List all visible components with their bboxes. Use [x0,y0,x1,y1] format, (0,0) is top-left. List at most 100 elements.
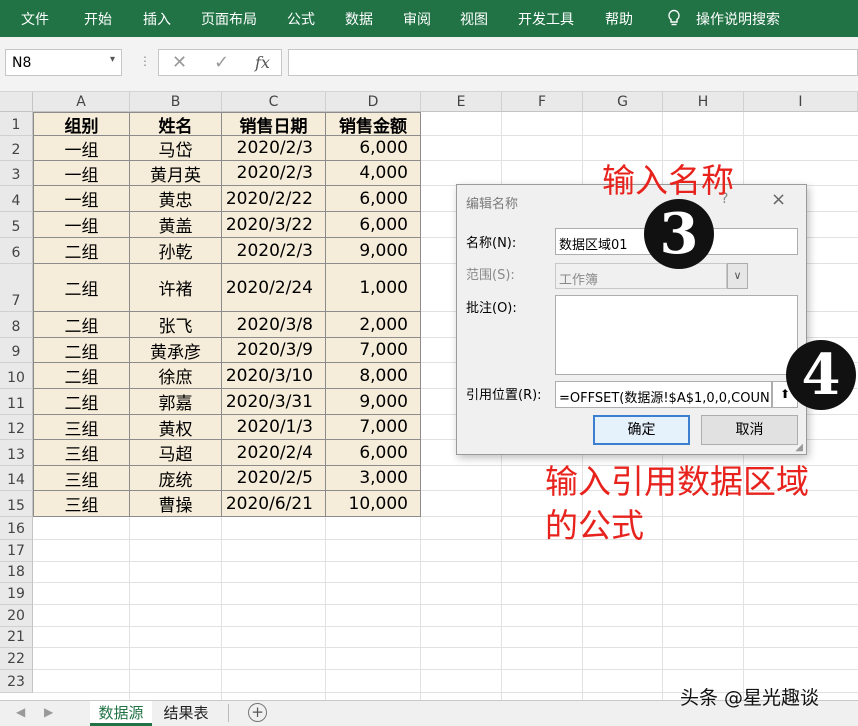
cancel-x-icon[interactable]: ✕ [172,52,187,73]
column-header-g[interactable]: G [583,92,663,112]
table-cell[interactable]: 9,000 [326,238,421,264]
table-cell[interactable]: 3,000 [326,466,421,491]
row-header-18[interactable]: 18 [0,562,33,583]
comment-field[interactable] [555,295,798,375]
table-header-cell[interactable]: 销售金额 [326,112,421,137]
table-cell[interactable]: 马超 [130,440,222,466]
row-header-21[interactable]: 21 [0,627,33,648]
row-header-20[interactable]: 20 [0,605,33,627]
table-cell[interactable]: 2020/2/22 [222,186,326,212]
row-header-19[interactable]: 19 [0,583,33,605]
refers-to-field[interactable]: =OFFSET(数据源!$A$1,0,0,COUN [555,381,772,408]
tab-file[interactable]: 文件 [21,9,49,29]
tab-formulas[interactable]: 公式 [287,9,315,29]
select-all-corner[interactable] [0,92,33,112]
column-header-e[interactable]: E [421,92,502,112]
table-cell[interactable]: 7,000 [326,338,421,363]
row-header-3[interactable]: 3 [0,161,33,186]
table-cell[interactable]: 许褚 [130,264,222,312]
ok-button[interactable]: 确定 [593,415,690,445]
table-cell[interactable]: 郭嘉 [130,389,222,415]
column-header-a[interactable]: A [33,92,130,112]
row-header-22[interactable]: 22 [0,648,33,670]
table-cell[interactable]: 黄忠 [130,186,222,212]
chevron-down-icon[interactable]: ∨ [727,263,748,289]
row-header-14[interactable]: 14 [0,466,33,491]
column-header-f[interactable]: F [502,92,583,112]
table-cell[interactable]: 二组 [33,312,130,338]
table-cell[interactable]: 马岱 [130,136,222,161]
tab-page-layout[interactable]: 页面布局 [201,9,257,29]
lightbulb-icon[interactable] [666,9,682,27]
scroll-right-icon[interactable]: ▶ [44,705,53,719]
table-cell[interactable]: 2020/2/5 [222,466,326,491]
table-cell[interactable]: 一组 [33,161,130,186]
table-cell[interactable]: 6,000 [326,186,421,212]
table-header-cell[interactable]: 组别 [33,112,130,137]
table-cell[interactable]: 一组 [33,136,130,161]
table-cell[interactable]: 2,000 [326,312,421,338]
name-box[interactable]: N8 ▾ [5,49,122,76]
table-cell[interactable]: 黄承彦 [130,338,222,363]
table-cell[interactable]: 二组 [33,389,130,415]
table-cell[interactable]: 三组 [33,466,130,491]
row-header-8[interactable]: 8 [0,312,33,338]
table-cell[interactable]: 张飞 [130,312,222,338]
table-cell[interactable]: 2020/3/9 [222,338,326,363]
table-cell[interactable]: 一组 [33,186,130,212]
table-cell[interactable]: 4,000 [326,161,421,186]
table-cell[interactable]: 2020/6/21 [222,491,326,517]
row-header-7[interactable]: 7 [0,264,33,312]
column-header-h[interactable]: H [663,92,744,112]
row-header-2[interactable]: 2 [0,136,33,161]
table-cell[interactable]: 孙乾 [130,238,222,264]
table-cell[interactable]: 2020/3/8 [222,312,326,338]
cancel-button[interactable]: 取消 [701,415,798,445]
tab-insert[interactable]: 插入 [143,9,171,29]
row-header-10[interactable]: 10 [0,363,33,389]
table-cell[interactable]: 庞统 [130,466,222,491]
table-cell[interactable]: 三组 [33,415,130,440]
table-cell[interactable]: 2020/2/3 [222,238,326,264]
column-header-b[interactable]: B [130,92,222,112]
column-header-d[interactable]: D [326,92,421,112]
row-header-17[interactable]: 17 [0,540,33,562]
table-cell[interactable]: 二组 [33,264,130,312]
tab-home[interactable]: 开始 [84,9,112,29]
table-cell[interactable]: 黄月英 [130,161,222,186]
sheet-tab-results[interactable]: 结果表 [155,701,217,726]
tab-data[interactable]: 数据 [345,9,373,29]
row-header-11[interactable]: 11 [0,389,33,415]
table-cell[interactable]: 2020/2/24 [222,264,326,312]
row-header-1[interactable]: 1 [0,112,33,136]
table-cell[interactable]: 2020/1/3 [222,415,326,440]
add-sheet-icon[interactable]: + [248,703,267,722]
table-cell[interactable]: 徐庶 [130,363,222,389]
table-cell[interactable]: 6,000 [326,136,421,161]
column-header-i[interactable]: I [744,92,858,112]
row-header-12[interactable]: 12 [0,415,33,440]
table-header-cell[interactable]: 姓名 [130,112,222,137]
row-header-6[interactable]: 6 [0,238,33,264]
row-header-15[interactable]: 15 [0,491,33,517]
table-cell[interactable]: 2020/2/3 [222,136,326,161]
table-cell[interactable]: 三组 [33,491,130,517]
close-icon[interactable]: × [771,189,786,210]
table-cell[interactable]: 2020/3/22 [222,212,326,238]
scope-select[interactable]: 工作簿 [555,263,727,289]
tab-developer[interactable]: 开发工具 [518,9,574,29]
tab-review[interactable]: 审阅 [403,9,431,29]
table-cell[interactable]: 二组 [33,363,130,389]
fx-icon[interactable]: fx [255,53,270,72]
table-cell[interactable]: 二组 [33,338,130,363]
sheet-tab-data-source[interactable]: 数据源 [90,701,152,726]
table-cell[interactable]: 1,000 [326,264,421,312]
table-header-cell[interactable]: 销售日期 [222,112,326,137]
table-cell[interactable]: 黄权 [130,415,222,440]
table-cell[interactable]: 2020/3/10 [222,363,326,389]
table-cell[interactable]: 9,000 [326,389,421,415]
formula-bar-grip-icon[interactable]: ⋮ [139,54,151,68]
tell-me-search[interactable]: 操作说明搜索 [696,9,780,29]
table-cell[interactable]: 7,000 [326,415,421,440]
table-cell[interactable]: 二组 [33,238,130,264]
